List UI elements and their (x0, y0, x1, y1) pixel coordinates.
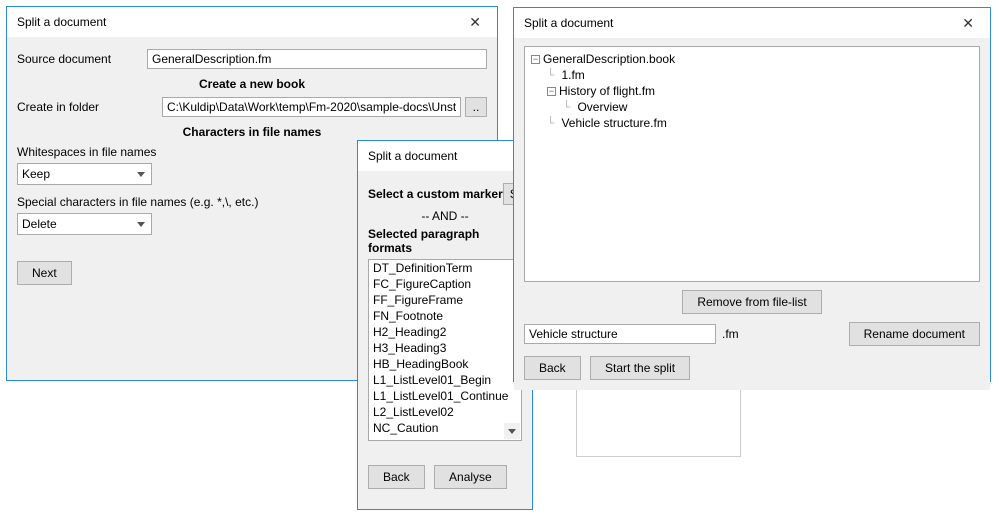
list-item[interactable]: FN_Footnote (369, 308, 521, 324)
start-split-button[interactable]: Start the split (590, 356, 690, 380)
create-folder-label: Create in folder (17, 100, 162, 114)
create-book-heading: Create a new book (17, 77, 487, 91)
rename-document-button[interactable]: Rename document (849, 322, 980, 346)
whitespace-value: Keep (22, 167, 50, 181)
analyse-button[interactable]: Analyse (434, 465, 507, 489)
list-item[interactable]: DT_DefinitionTerm (369, 260, 521, 276)
source-document-label: Source document (17, 52, 147, 66)
scroll-down-icon[interactable] (504, 423, 520, 439)
list-item[interactable]: L2_ListLevel02 (369, 404, 521, 420)
next-button[interactable]: Next (17, 261, 72, 285)
whitespace-dropdown[interactable]: Keep (17, 163, 152, 185)
list-item[interactable]: H2_Heading2 (369, 324, 521, 340)
special-chars-dropdown[interactable]: Delete (17, 213, 152, 235)
titlebar: Split a document (358, 141, 532, 171)
chars-heading: Characters in file names (17, 125, 487, 139)
tree-root[interactable]: −GeneralDescription.book (531, 51, 973, 67)
special-chars-value: Delete (22, 217, 57, 231)
dialog-title: Split a document (524, 16, 956, 30)
remove-from-list-button[interactable]: Remove from file-list (682, 290, 821, 314)
back-button[interactable]: Back (368, 465, 425, 489)
browse-button[interactable]: .. (465, 97, 487, 117)
extension-label: .fm (716, 324, 745, 344)
dialog-title: Split a document (368, 149, 522, 163)
titlebar: Split a document ✕ (514, 8, 990, 38)
close-icon[interactable]: ✕ (463, 12, 487, 33)
paragraph-formats-listbox[interactable]: DT_DefinitionTermFC_FigureCaptionFF_Figu… (368, 259, 522, 441)
custom-marker-label: Select a custom marker (368, 187, 503, 201)
split-document-dialog-page3: Split a document ✕ −GeneralDescription.b… (513, 7, 991, 382)
back-button[interactable]: Back (524, 356, 581, 380)
list-item[interactable]: NC_Caution (369, 420, 521, 436)
tree-item[interactable]: └ Vehicle structure.fm (547, 115, 973, 131)
file-tree[interactable]: −GeneralDescription.book └ 1.fm −History… (524, 46, 980, 282)
and-separator: -- AND -- (368, 209, 522, 223)
collapse-icon[interactable]: − (547, 87, 556, 96)
dialog-title: Split a document (17, 15, 463, 29)
tree-item[interactable]: −History of flight.fm (547, 83, 973, 99)
list-item[interactable]: FF_FigureFrame (369, 292, 521, 308)
rename-input[interactable] (524, 324, 716, 344)
paragraph-formats-heading: Selected paragraph formats (368, 227, 522, 255)
list-item[interactable]: FC_FigureCaption (369, 276, 521, 292)
list-item[interactable]: L1_ListLevel01_Begin (369, 372, 521, 388)
source-document-input[interactable] (147, 49, 487, 69)
split-document-dialog-page2: Split a document Select a custom marker … (357, 140, 533, 510)
list-item[interactable]: L1_ListLevel01_Continue (369, 388, 521, 404)
tree-item[interactable]: └ 1.fm (547, 67, 973, 83)
close-icon[interactable]: ✕ (956, 13, 980, 34)
create-folder-input[interactable] (162, 97, 461, 117)
list-item[interactable]: H3_Heading3 (369, 340, 521, 356)
titlebar: Split a document ✕ (7, 7, 497, 37)
list-item[interactable]: HB_HeadingBook (369, 356, 521, 372)
tree-item[interactable]: └ Overview (563, 99, 973, 115)
collapse-icon[interactable]: − (531, 55, 540, 64)
